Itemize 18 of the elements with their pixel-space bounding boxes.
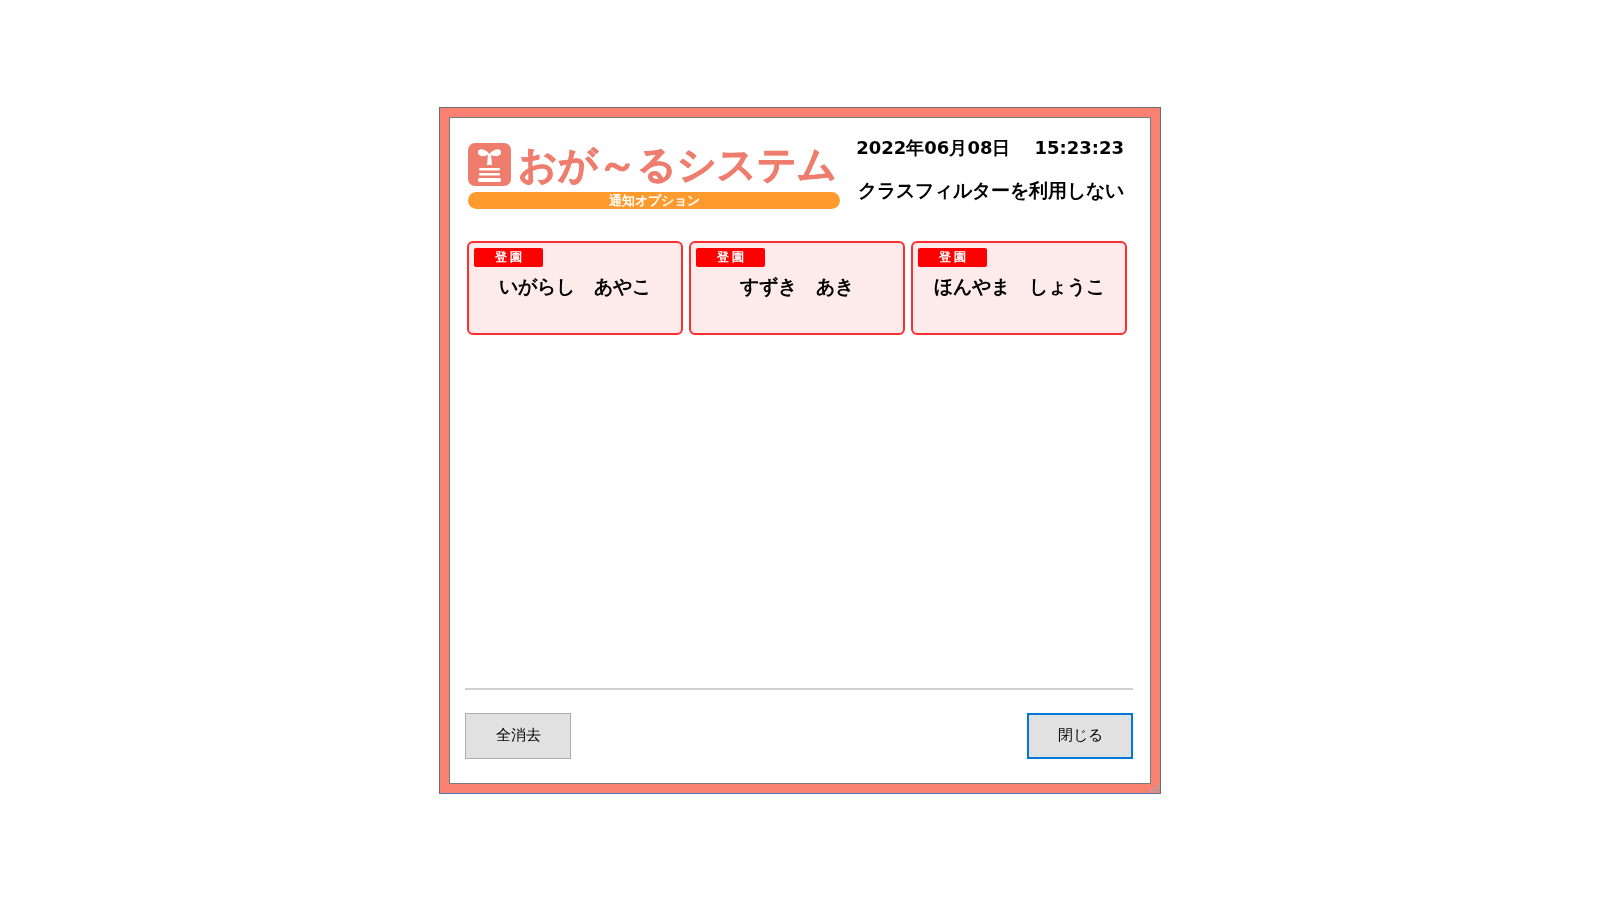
logo-icon: [468, 143, 511, 186]
close-button[interactable]: 閉じる: [1027, 712, 1133, 759]
time-text: 15:23:23: [1034, 135, 1124, 160]
notification-card[interactable]: 登園 ほんやま しょうこ: [911, 240, 1127, 335]
status-badge: 登園: [918, 247, 987, 267]
child-name: すずき あき: [739, 273, 855, 299]
subtitle-text: 通知オプション: [608, 191, 700, 209]
app-title: おが～るシステム: [518, 142, 837, 187]
notification-card[interactable]: 登園 すずき あき: [689, 240, 905, 335]
resize-grip-icon[interactable]: [1151, 783, 1159, 792]
date-text: 2022年06月08日: [856, 135, 1011, 160]
child-name: ほんやま しょうこ: [932, 273, 1106, 299]
clear-all-button[interactable]: 全消去: [465, 712, 571, 759]
notification-card[interactable]: 登園 いがらし あやこ: [467, 240, 683, 335]
status-badge: 登園: [696, 247, 765, 267]
class-filter-text: クラスフィルターを利用しない: [857, 177, 1124, 202]
status-badge: 登園: [474, 247, 543, 267]
child-name: いがらし あやこ: [498, 273, 652, 299]
